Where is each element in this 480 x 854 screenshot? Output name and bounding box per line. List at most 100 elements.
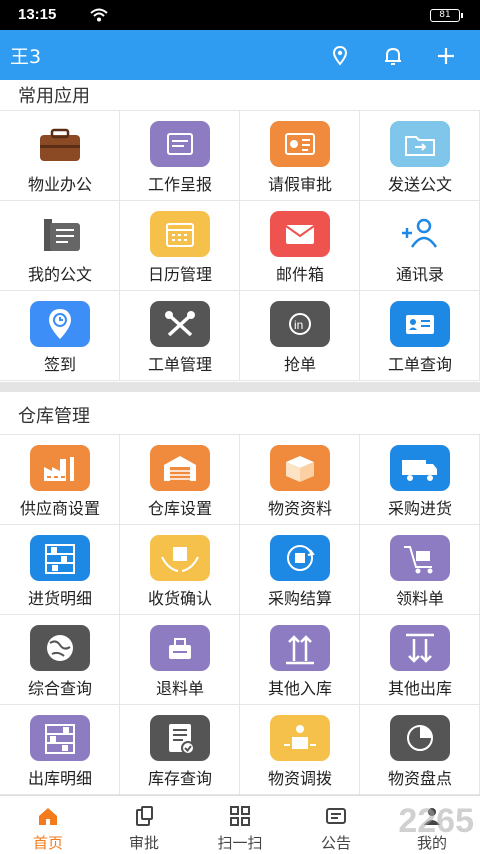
tab-label: 公告 bbox=[320, 834, 351, 852]
app-tile-cycle-box[interactable]: 采购结算 bbox=[240, 525, 360, 615]
app-tile-tools[interactable]: 工单管理 bbox=[120, 291, 240, 381]
section-title-warehouse: 仓库管理 bbox=[18, 406, 90, 427]
notice-icon bbox=[326, 808, 346, 824]
app-tile-label: 请假审批 bbox=[267, 175, 332, 194]
wifi-icon bbox=[90, 8, 108, 22]
app-tile-id-card[interactable]: 工单查询 bbox=[360, 291, 480, 381]
app-tile-label: 物资盘点 bbox=[387, 769, 452, 788]
app-tile-label: 邮件箱 bbox=[275, 265, 324, 284]
scan-icon bbox=[230, 806, 250, 826]
app-tile-folder-send[interactable]: 发送公文 bbox=[360, 111, 480, 201]
mail-icon bbox=[270, 211, 330, 257]
app-tile-label: 采购进货 bbox=[387, 499, 452, 518]
app-tile-arrows-down[interactable]: 其他出库 bbox=[360, 615, 480, 705]
app-tile-cart[interactable]: 领料单 bbox=[360, 525, 480, 615]
calendar-icon bbox=[150, 211, 210, 257]
app-tile-hands-box[interactable]: 收货确认 bbox=[120, 525, 240, 615]
app-tile-label: 物业办公 bbox=[27, 175, 92, 194]
app-tile-label: 签到 bbox=[43, 355, 76, 374]
tab-label: 审批 bbox=[128, 834, 159, 852]
app-tile-label: 发送公文 bbox=[387, 175, 452, 194]
app-tile-globe[interactable]: 综合查询 bbox=[0, 615, 120, 705]
app-tile-factory[interactable]: 供应商设置 bbox=[0, 435, 120, 525]
app-tile-label: 出库明细 bbox=[27, 769, 92, 788]
tab-home[interactable]: 首页 bbox=[0, 796, 96, 854]
tab-scan[interactable]: 扫一扫 bbox=[192, 796, 288, 854]
leave-approval-icon bbox=[270, 121, 330, 167]
app-tile-label: 工单管理 bbox=[147, 355, 212, 374]
app-tile-arrows-up[interactable]: 其他入库 bbox=[240, 615, 360, 705]
app-tile-label: 物资调拨 bbox=[267, 769, 332, 788]
arrows-down-icon bbox=[390, 625, 450, 671]
user-name: 王3 bbox=[10, 46, 42, 68]
app-tile-shelf-out[interactable]: 出库明细 bbox=[0, 705, 120, 795]
transfer-icon bbox=[270, 715, 330, 761]
app-tile-calendar[interactable]: 日历管理 bbox=[120, 201, 240, 291]
box-icon bbox=[270, 445, 330, 491]
truck-icon bbox=[390, 445, 450, 491]
app-tile-label: 其他入库 bbox=[267, 679, 332, 698]
globe-icon bbox=[30, 625, 90, 671]
app-tile-label: 日历管理 bbox=[147, 265, 212, 284]
app-tile-mail[interactable]: 邮件箱 bbox=[240, 201, 360, 291]
app-tile-label: 工单查询 bbox=[387, 355, 452, 374]
app-tile-transfer[interactable]: 物资调拨 bbox=[240, 705, 360, 795]
watermark-logo: 2265 bbox=[398, 802, 474, 840]
warehouse-apps-grid: 供应商设置 仓库设置 物资资料 采购进货进货明细 收货确认 采购结算 领料单综合查询 退料单 其… bbox=[0, 434, 480, 795]
location-icon[interactable] bbox=[328, 44, 352, 68]
app-tile-label: 工作呈报 bbox=[147, 175, 212, 194]
shelf-out-icon bbox=[30, 715, 90, 761]
tab-approval[interactable]: 审批 bbox=[96, 796, 192, 854]
add-icon[interactable] bbox=[434, 44, 458, 68]
app-tile-documents[interactable]: 我的公文 bbox=[0, 201, 120, 291]
app-tile-warehouse[interactable]: 仓库设置 bbox=[120, 435, 240, 525]
briefcase-icon bbox=[30, 121, 90, 167]
checklist-icon bbox=[150, 715, 210, 761]
app-tile-add-contact[interactable]: 通讯录 bbox=[360, 201, 480, 291]
cart-icon bbox=[390, 535, 450, 581]
app-tile-label: 领料单 bbox=[395, 589, 444, 608]
app-tile-label: 其他出库 bbox=[387, 679, 452, 698]
report-icon bbox=[150, 121, 210, 167]
status-time: 13:15 bbox=[18, 6, 57, 23]
status-bar: 13:15 81 bbox=[0, 0, 480, 30]
app-tile-grab-order[interactable]: in 抢单 bbox=[240, 291, 360, 381]
clock-chart-icon bbox=[390, 715, 450, 761]
app-tile-briefcase[interactable]: 物业办公 bbox=[0, 111, 120, 201]
svg-text:in: in bbox=[294, 318, 303, 332]
app-tile-shelf[interactable]: 进货明细 bbox=[0, 525, 120, 615]
app-tile-checklist[interactable]: 库存查询 bbox=[120, 705, 240, 795]
app-tile-clock-chart[interactable]: 物资盘点 bbox=[360, 705, 480, 795]
app-tile-label: 退料单 bbox=[155, 679, 204, 698]
app-tile-report[interactable]: 工作呈报 bbox=[120, 111, 240, 201]
bell-icon[interactable] bbox=[381, 44, 405, 68]
hands-box-icon bbox=[150, 535, 210, 581]
tools-icon bbox=[150, 301, 210, 347]
common-apps-grid: 物业办公 工作呈报 请假审批 发送公文我的公文 日历管理 邮件箱 通讯录签到 工单管理 in 抢单… bbox=[0, 110, 480, 382]
tab-notice[interactable]: 公告 bbox=[288, 796, 384, 854]
grab-order-icon: in bbox=[270, 301, 330, 347]
app-tile-truck[interactable]: 采购进货 bbox=[360, 435, 480, 525]
app-tile-label: 抢单 bbox=[283, 355, 316, 374]
app-tile-label: 综合查询 bbox=[27, 679, 92, 698]
app-tile-leave-approval[interactable]: 请假审批 bbox=[240, 111, 360, 201]
app-tile-check-in[interactable]: 签到 bbox=[0, 291, 120, 381]
tab-label: 扫一扫 bbox=[217, 834, 263, 852]
check-in-icon bbox=[30, 301, 90, 347]
home-icon bbox=[39, 808, 57, 825]
scale-icon bbox=[150, 625, 210, 671]
cycle-box-icon bbox=[270, 535, 330, 581]
section-divider bbox=[0, 382, 480, 392]
id-card-icon bbox=[390, 301, 450, 347]
shelf-icon bbox=[30, 535, 90, 581]
app-tile-label: 仓库设置 bbox=[147, 499, 212, 518]
approval-icon bbox=[136, 806, 153, 826]
folder-send-icon bbox=[390, 121, 450, 167]
app-tile-label: 收货确认 bbox=[147, 589, 212, 608]
app-tile-label: 进货明细 bbox=[27, 589, 92, 608]
app-tile-box[interactable]: 物资资料 bbox=[240, 435, 360, 525]
add-contact-icon bbox=[390, 211, 450, 257]
factory-icon bbox=[30, 445, 90, 491]
section-title-common: 常用应用 bbox=[18, 86, 90, 107]
app-tile-scale[interactable]: 退料单 bbox=[120, 615, 240, 705]
